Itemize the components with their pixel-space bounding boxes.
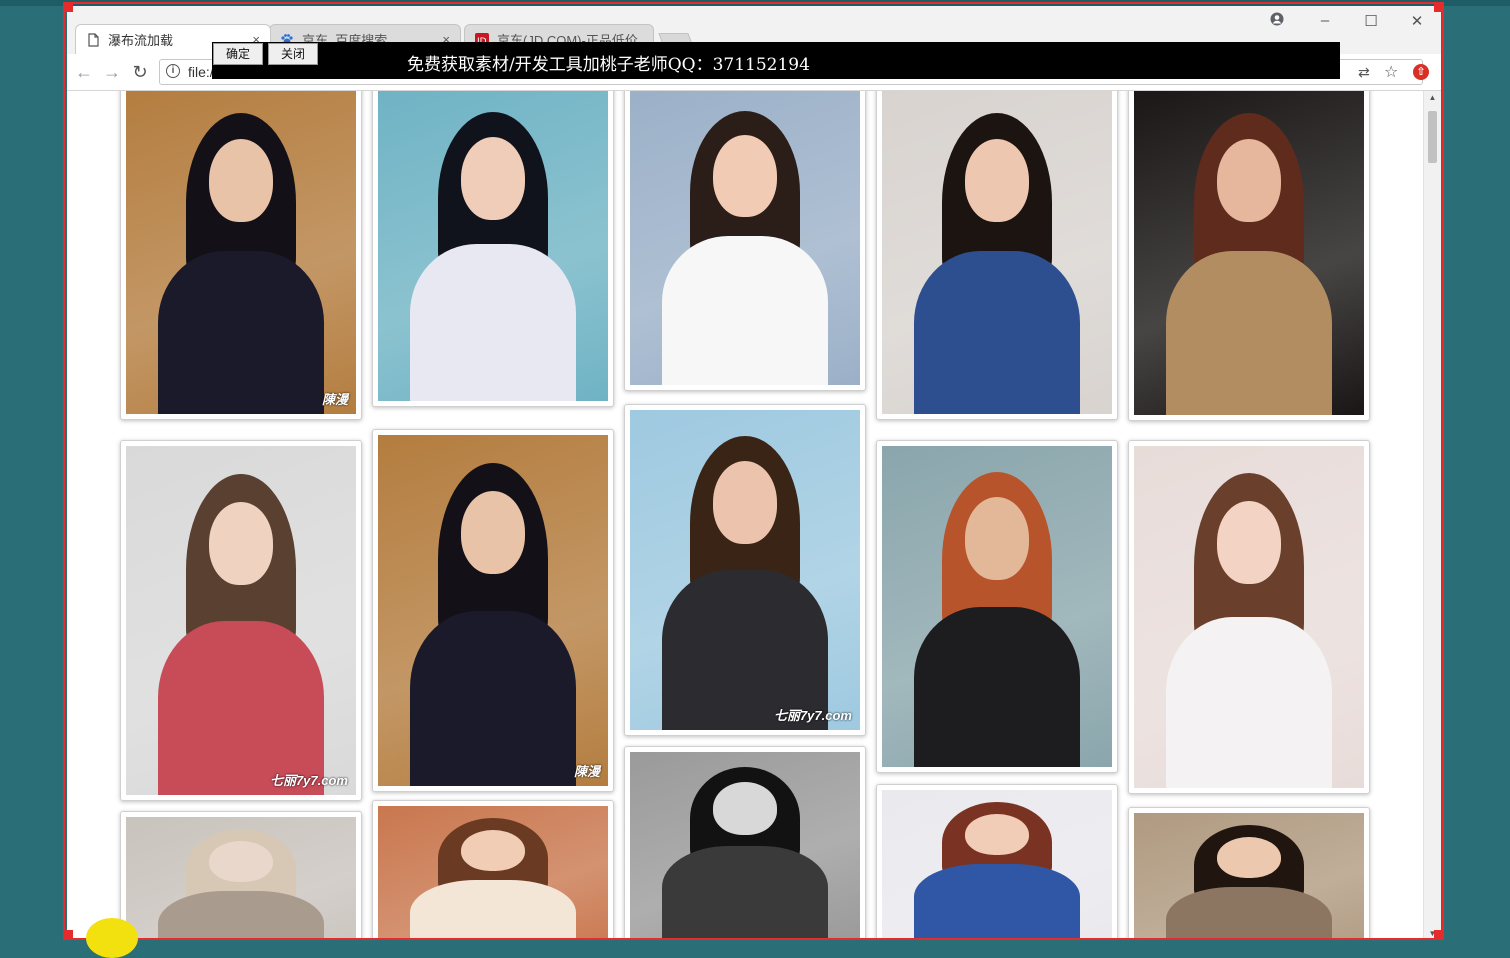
recording-handle [63, 930, 73, 940]
gallery-card[interactable] [624, 746, 866, 940]
portrait-photo [630, 752, 860, 940]
portrait-body [914, 250, 1080, 414]
extension-icon[interactable]: ⇧ [1413, 64, 1429, 80]
gallery-card[interactable]: 陳漫 [120, 91, 362, 420]
portrait-body [914, 864, 1080, 938]
portrait-face [460, 491, 526, 574]
portrait-photo [1134, 446, 1364, 788]
translate-icon[interactable]: ⇄ [1358, 64, 1370, 81]
portrait-photo [882, 446, 1112, 767]
bookmark-star-icon[interactable]: ☆ [1384, 62, 1398, 82]
portrait-face [208, 840, 274, 883]
gallery-card[interactable] [372, 91, 614, 407]
portrait-photo [378, 91, 608, 401]
portrait-body [158, 250, 324, 414]
gallery-card[interactable] [876, 440, 1118, 773]
portrait-face [964, 139, 1030, 223]
portrait-face [1216, 139, 1282, 223]
scroll-up-icon[interactable]: ▲ [1424, 93, 1441, 102]
back-icon[interactable]: ← [73, 62, 95, 82]
reload-icon[interactable]: ↻ [129, 62, 151, 82]
portrait-body [1166, 887, 1332, 940]
portrait-body [914, 606, 1080, 767]
scroll-thumb[interactable] [1428, 111, 1437, 163]
portrait-photo [1134, 813, 1364, 940]
close-window-icon[interactable]: ✕ [1397, 12, 1437, 30]
portrait-face [712, 782, 778, 835]
portrait-body [662, 236, 828, 385]
promo-text: 免费获取素材/开发工具加桃子老师QQ：371152194 [407, 55, 810, 75]
portrait-photo: 陳漫 [126, 91, 356, 414]
portrait-face [208, 501, 274, 585]
portrait-face [1216, 500, 1282, 584]
gallery-card[interactable] [876, 784, 1118, 940]
confirm-button[interactable]: 确定 [213, 43, 264, 65]
portrait-face [964, 813, 1030, 856]
portrait-body [410, 880, 576, 940]
portrait-photo: 陳漫 [378, 435, 608, 786]
watermark: 七丽7y7.com [773, 708, 852, 723]
waterfall-gallery: 陳漫 七丽7y7.com 陳漫 七丽7y7.com [67, 91, 1424, 940]
gallery-card[interactable] [624, 91, 866, 391]
portrait-body [410, 610, 576, 786]
recording-handle [1434, 930, 1444, 940]
watermark: 陳漫 [321, 392, 348, 407]
profile-icon[interactable] [1257, 12, 1297, 30]
portrait-photo: 七丽7y7.com [126, 446, 356, 795]
recording-handle [1434, 2, 1444, 12]
portrait-face [964, 497, 1030, 581]
portrait-body [410, 244, 576, 401]
browser-window: 瀑布流加载 × 京东_百度搜索 × JD 京东(JD.COM)-正品低价 – ☐… [67, 6, 1441, 940]
minimize-icon[interactable]: – [1305, 12, 1345, 29]
portrait-photo [126, 817, 356, 940]
forward-icon[interactable]: → [101, 62, 123, 82]
portrait-photo [882, 91, 1112, 414]
maximize-icon[interactable]: ☐ [1351, 12, 1391, 30]
gallery-card[interactable]: 七丽7y7.com [624, 404, 866, 736]
gallery-card[interactable] [876, 91, 1118, 420]
portrait-body [1166, 251, 1332, 415]
gallery-card[interactable] [1128, 440, 1370, 794]
watermark: 陳漫 [573, 764, 600, 779]
portrait-body [158, 891, 324, 940]
portrait-face [460, 829, 526, 872]
portrait-face [712, 134, 778, 218]
portrait-photo [882, 790, 1112, 938]
portrait-photo: 七丽7y7.com [630, 410, 860, 730]
page-icon [86, 32, 100, 47]
recording-handle [63, 2, 73, 12]
portrait-photo [378, 806, 608, 940]
info-icon[interactable]: i [166, 64, 180, 78]
gallery-card[interactable] [1128, 807, 1370, 940]
gallery-card[interactable]: 陳漫 [372, 429, 614, 792]
gallery-card[interactable] [1128, 91, 1370, 421]
portrait-face [460, 137, 526, 221]
promo-banner: 免费获取素材/开发工具加桃子老师QQ：371152194 [212, 42, 1340, 79]
watermark: 七丽7y7.com [269, 773, 348, 788]
gallery-card[interactable]: 七丽7y7.com [120, 440, 362, 801]
portrait-face [712, 461, 778, 544]
portrait-body [662, 846, 828, 940]
portrait-body [158, 620, 324, 795]
portrait-face [1216, 836, 1282, 879]
gallery-card[interactable] [120, 811, 362, 940]
portrait-face [208, 139, 274, 223]
gallery-card[interactable] [372, 800, 614, 940]
portrait-body [1166, 617, 1332, 788]
close-button[interactable]: 关闭 [268, 43, 319, 65]
portrait-photo [630, 91, 860, 385]
vertical-scrollbar[interactable]: ▲ ▼ [1423, 91, 1441, 940]
address-url: file:/ [188, 64, 214, 80]
portrait-photo [1134, 91, 1364, 415]
cursor-highlight [86, 918, 138, 958]
